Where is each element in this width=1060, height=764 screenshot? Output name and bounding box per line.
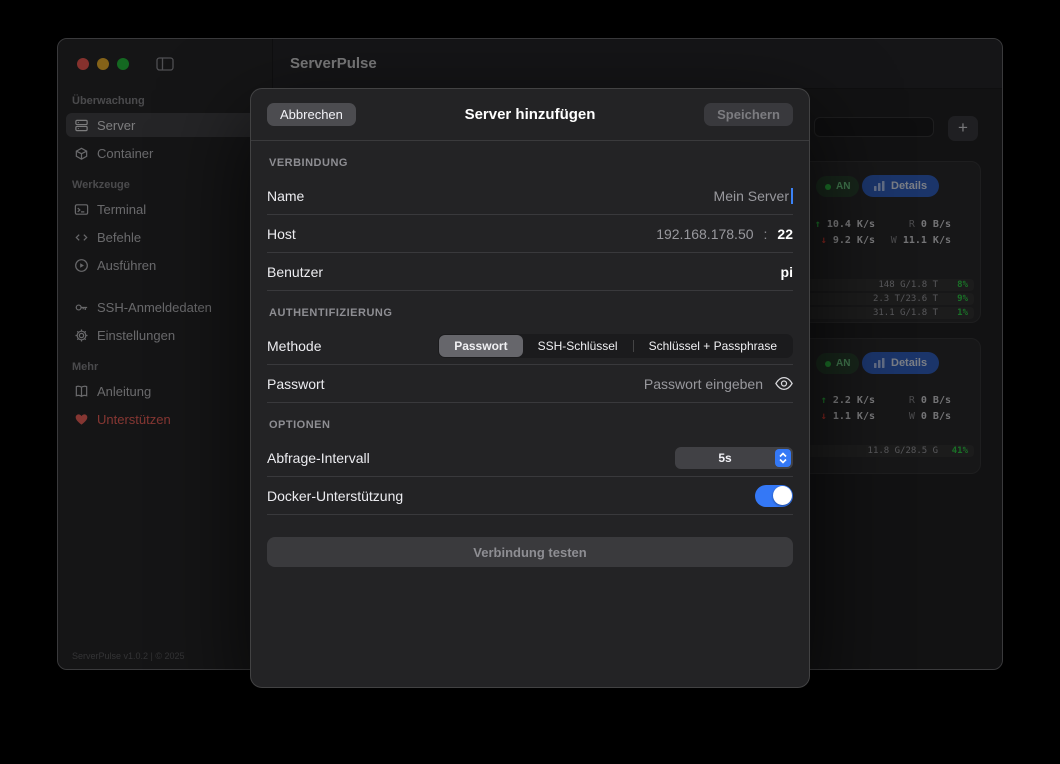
password-input[interactable]: Passwort eingeben xyxy=(644,376,763,392)
save-button[interactable]: Speichern xyxy=(704,103,793,126)
add-server-modal: Abbrechen Server hinzufügen Speichern VE… xyxy=(250,88,810,688)
method-segmented-control: Passwort SSH-Schlüssel Schlüssel + Passp… xyxy=(438,333,793,358)
interval-label: Abfrage-Intervall xyxy=(267,449,370,466)
form-row-password: Passwort Passwort eingeben xyxy=(267,365,793,403)
interval-select[interactable]: 5s xyxy=(675,446,793,469)
form-row-method: Methode Passwort SSH-Schlüssel Schlüssel… xyxy=(267,327,793,365)
modal-body: VERBINDUNG Name Mein Server Host 192.168… xyxy=(251,157,809,567)
user-label: Benutzer xyxy=(267,263,324,280)
modal-header: Abbrechen Server hinzufügen Speichern xyxy=(251,89,809,141)
section-label-connection: VERBINDUNG xyxy=(269,157,348,169)
form-row-user: Benutzer pi xyxy=(267,253,793,291)
docker-toggle[interactable] xyxy=(755,484,793,507)
password-label: Passwort xyxy=(267,375,325,392)
eye-icon[interactable] xyxy=(775,377,793,390)
stepper-chevrons-icon xyxy=(775,448,791,467)
method-label: Methode xyxy=(267,337,322,354)
form-row-host: Host 192.168.178.50 : 22 xyxy=(267,215,793,253)
user-input[interactable]: pi xyxy=(781,264,793,280)
docker-label: Docker-Unterstützung xyxy=(267,487,404,504)
host-input[interactable]: 192.168.178.50 xyxy=(656,226,753,242)
name-label: Name xyxy=(267,187,305,204)
host-port-separator: : xyxy=(763,225,768,242)
section-label-options: OPTIONEN xyxy=(269,419,331,431)
toggle-knob xyxy=(772,486,792,505)
text-cursor xyxy=(791,187,793,204)
port-input[interactable]: 22 xyxy=(777,226,793,242)
test-connection-button[interactable]: Verbindung testen xyxy=(267,537,793,567)
form-row-interval: Abfrage-Intervall 5s xyxy=(267,439,793,477)
name-input[interactable]: Mein Server xyxy=(713,187,793,204)
segment-passwort[interactable]: Passwort xyxy=(439,334,523,357)
host-label: Host xyxy=(267,225,296,242)
form-row-docker: Docker-Unterstützung xyxy=(267,477,793,515)
interval-value: 5s xyxy=(718,450,732,465)
cancel-button[interactable]: Abbrechen xyxy=(267,103,356,126)
name-value: Mein Server xyxy=(713,187,789,204)
form-row-name: Name Mein Server xyxy=(267,177,793,215)
segment-ssh-key[interactable]: SSH-Schlüssel xyxy=(523,335,633,357)
segment-key-passphrase[interactable]: Schlüssel + Passphrase xyxy=(634,335,792,357)
section-label-auth: AUTHENTIFIZIERUNG xyxy=(269,307,393,319)
